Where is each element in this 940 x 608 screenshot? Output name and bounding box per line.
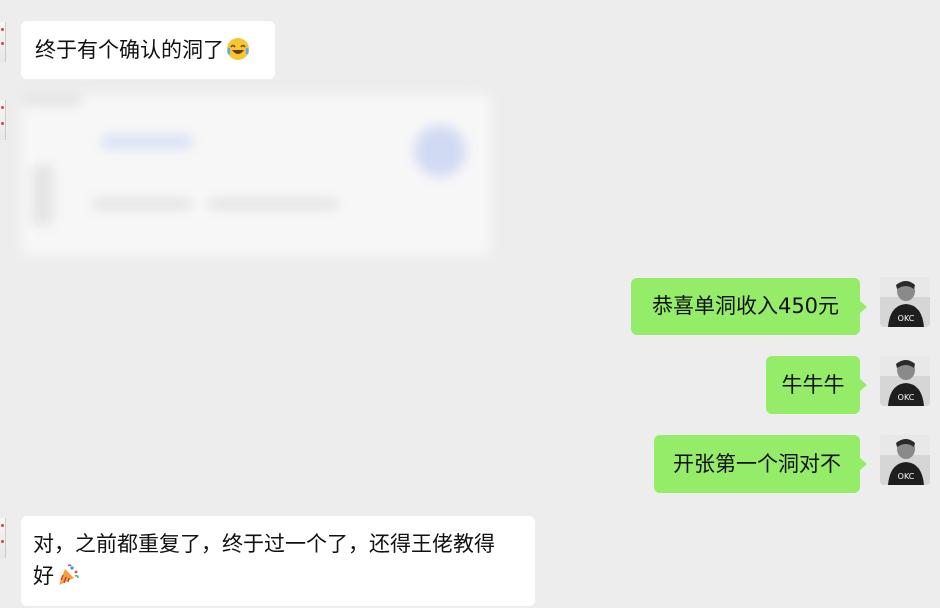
message-text: 牛牛牛	[781, 373, 845, 397]
message-bubble-outgoing[interactable]: 恭喜单洞收入450元	[631, 278, 867, 335]
svg-text:OKC: OKC	[898, 393, 915, 402]
message-text: 开张第一个洞对不	[673, 452, 841, 476]
message-bubble-outgoing[interactable]: 牛牛牛	[766, 356, 867, 414]
message-text: 恭喜单洞收入450元	[651, 294, 840, 318]
svg-text:OKC: OKC	[898, 472, 915, 481]
svg-text:OKC: OKC	[898, 314, 915, 323]
blurred-shared-card[interactable]	[22, 95, 490, 255]
chat-window: 终于有个确认的洞了 恭喜单洞收入450元 OKC 牛牛牛 OKC 开张第一个洞对…	[0, 0, 940, 608]
my-avatar[interactable]: OKC	[880, 435, 930, 485]
my-avatar[interactable]: OKC	[880, 277, 930, 327]
message-text-line: 好	[33, 564, 54, 588]
message-bubble-incoming[interactable]: 终于有个确认的洞了	[21, 21, 275, 79]
partner-avatar[interactable]	[0, 22, 6, 62]
laughing-tears-icon	[226, 37, 250, 61]
message-bubble-outgoing[interactable]: 开张第一个洞对不	[654, 435, 867, 493]
partner-avatar[interactable]	[0, 100, 6, 140]
party-popper-icon	[56, 563, 80, 587]
my-avatar[interactable]: OKC	[880, 356, 930, 406]
message-text-line: 对，之前都重复了，终于过一个了，还得王佬教得	[33, 532, 495, 556]
message-bubble-incoming[interactable]: 对，之前都重复了，终于过一个了，还得王佬教得 好	[21, 516, 535, 606]
message-text: 终于有个确认的洞了	[35, 38, 224, 62]
partner-avatar[interactable]	[0, 518, 6, 558]
